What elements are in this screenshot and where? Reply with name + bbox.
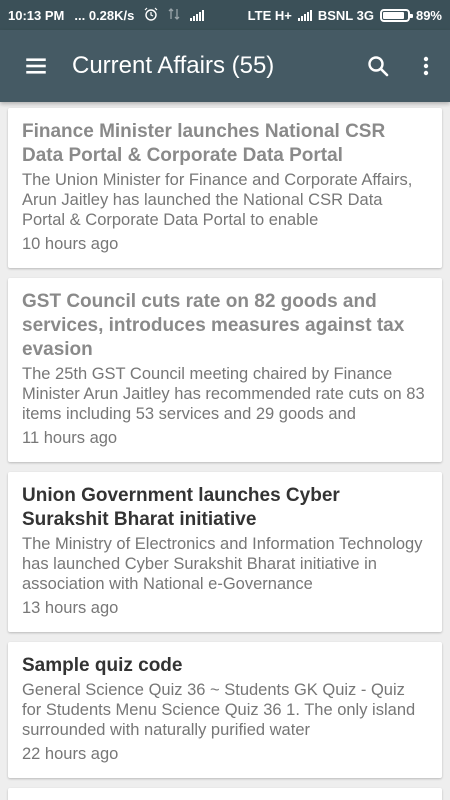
article-summary: The 25th GST Council meeting chaired by … (22, 365, 425, 423)
more-vert-icon[interactable] (402, 38, 450, 94)
article-list: Finance Minister launches National CSR D… (0, 102, 450, 800)
signal-icon (297, 9, 312, 21)
article-summary: The Ministry of Electronics and Informat… (22, 535, 423, 593)
article-title: GST Council cuts rate on 82 goods and se… (22, 291, 405, 360)
article-card[interactable]: Union Government launches Cyber Surakshi… (8, 472, 442, 632)
article-card[interactable] (8, 788, 442, 800)
article-time: 13 hours ago (22, 599, 119, 617)
data-arrows-icon (168, 7, 180, 24)
article-card[interactable]: Sample quiz code General Science Quiz 36… (8, 642, 442, 778)
network-type-1: LTE H+ (247, 7, 292, 23)
network-type-2: BSNL 3G (317, 7, 374, 23)
article-time: 22 hours ago (22, 745, 119, 763)
article-summary: General Science Quiz 36 ~ Students GK Qu… (22, 681, 416, 739)
article-card[interactable]: Finance Minister launches National CSR D… (8, 108, 442, 268)
menu-icon[interactable] (8, 38, 64, 94)
battery-icon (379, 8, 413, 22)
battery-percent: 89% (415, 7, 442, 23)
page-title: Current Affairs (55) (72, 52, 275, 79)
search-icon[interactable] (354, 38, 402, 94)
network-speed: ... 0.28K/s (74, 7, 135, 23)
article-title: Finance Minister launches National CSR D… (22, 121, 386, 166)
article-card[interactable]: GST Council cuts rate on 82 goods and se… (8, 278, 442, 462)
app-bar: Current Affairs (55) (0, 30, 450, 102)
status-time: 10:13 PM (8, 7, 65, 23)
article-time: 11 hours ago (22, 429, 118, 447)
signal-icon (190, 9, 205, 21)
article-summary: The Union Minister for Finance and Corpo… (22, 171, 413, 229)
alarm-icon (144, 7, 158, 24)
article-title: Sample quiz code (22, 655, 183, 676)
status-bar: 10:13 PM ... 0.28K/s LTE H+ BSNL 3G 89% (0, 0, 450, 30)
article-title: Union Government launches Cyber Surakshi… (22, 485, 340, 530)
article-time: 10 hours ago (22, 235, 119, 253)
